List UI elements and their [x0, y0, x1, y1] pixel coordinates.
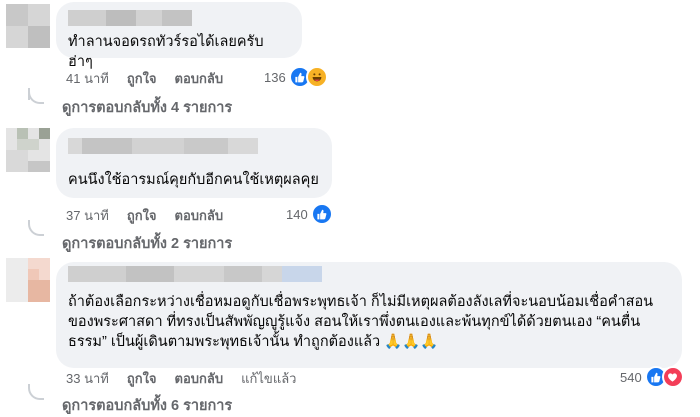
comment-text: ถ้าต้องเลือกระหว่างเชื่อหมอดูกับเชื่อพระ… [68, 294, 654, 350]
view-replies-link[interactable]: ดูการตอบกลับทั้ง 2 รายการ [62, 232, 232, 255]
reaction-count: 540 [620, 369, 642, 385]
avatar[interactable] [6, 4, 50, 48]
avatar[interactable] [6, 258, 50, 302]
comment-bubble: ถ้าต้องเลือกระหว่างเชื่อหมอดูกับเชื่อพระ… [56, 262, 682, 368]
reaction-summary[interactable]: 136 [264, 66, 328, 88]
reply-connector [28, 88, 44, 104]
author-name-blurred[interactable] [68, 138, 320, 154]
reaction-count: 136 [264, 69, 286, 85]
comment-bubble: คนนึงใช้อารมณ์คุยกับอีกคนใช้เหตุผลคุย [56, 128, 332, 198]
view-replies-link[interactable]: ดูการตอบกลับทั้ง 6 รายการ [62, 394, 232, 417]
author-name-blurred[interactable] [68, 266, 670, 282]
reaction-summary[interactable]: 140 [286, 203, 333, 225]
reply-button[interactable]: ตอบกลับ [175, 368, 224, 389]
reply-connector [28, 220, 44, 236]
comment-1: ทำลานจอดรถทัวร์รอได้เลยครับ ฮ่าๆ 41 นาที… [0, 0, 700, 125]
avatar[interactable] [6, 128, 50, 172]
view-replies-link[interactable]: ดูการตอบกลับทั้ง 4 รายการ [62, 96, 232, 119]
comment-text: ทำลานจอดรถทัวร์รอได้เลยครับ ฮ่าๆ [68, 34, 268, 70]
reply-connector [28, 384, 44, 400]
reply-button[interactable]: ตอบกลับ [175, 68, 224, 89]
edited-label: แก้ไขแล้ว [241, 371, 297, 386]
haha-icon [305, 66, 328, 88]
comment-actions: 41 นาที ถูกใจ ตอบกลับ [66, 68, 223, 89]
comment-actions: 37 นาที ถูกใจ ตอบกลับ [66, 205, 223, 226]
author-name-blurred[interactable] [68, 10, 290, 26]
comment-bubble: ทำลานจอดรถทัวร์รอได้เลยครับ ฮ่าๆ [56, 2, 302, 70]
comment-2: คนนึงใช้อารมณ์คุยกับอีกคนใช้เหตุผลคุย 37… [0, 124, 700, 256]
comment-time[interactable]: 41 นาที [66, 68, 109, 89]
like-button[interactable]: ถูกใจ [127, 205, 157, 226]
like-button[interactable]: ถูกใจ [127, 68, 157, 89]
comment-actions: 33 นาที ถูกใจ ตอบกลับ แก้ไขแล้ว [66, 368, 296, 389]
comment-time[interactable]: 37 นาที [66, 205, 109, 226]
reply-button[interactable]: ตอบกลับ [175, 205, 224, 226]
like-button[interactable]: ถูกใจ [127, 368, 157, 389]
comment-text: คนนึงใช้อารมณ์คุยกับอีกคนใช้เหตุผลคุย [68, 172, 319, 188]
reaction-count: 140 [286, 206, 308, 222]
comment-time[interactable]: 33 นาที [66, 368, 109, 389]
comment-3: ถ้าต้องเลือกระหว่างเชื่อหมอดูกับเชื่อพระ… [0, 254, 700, 416]
love-icon [661, 366, 684, 388]
reaction-summary[interactable]: 540 [620, 366, 684, 388]
like-icon [310, 203, 333, 225]
